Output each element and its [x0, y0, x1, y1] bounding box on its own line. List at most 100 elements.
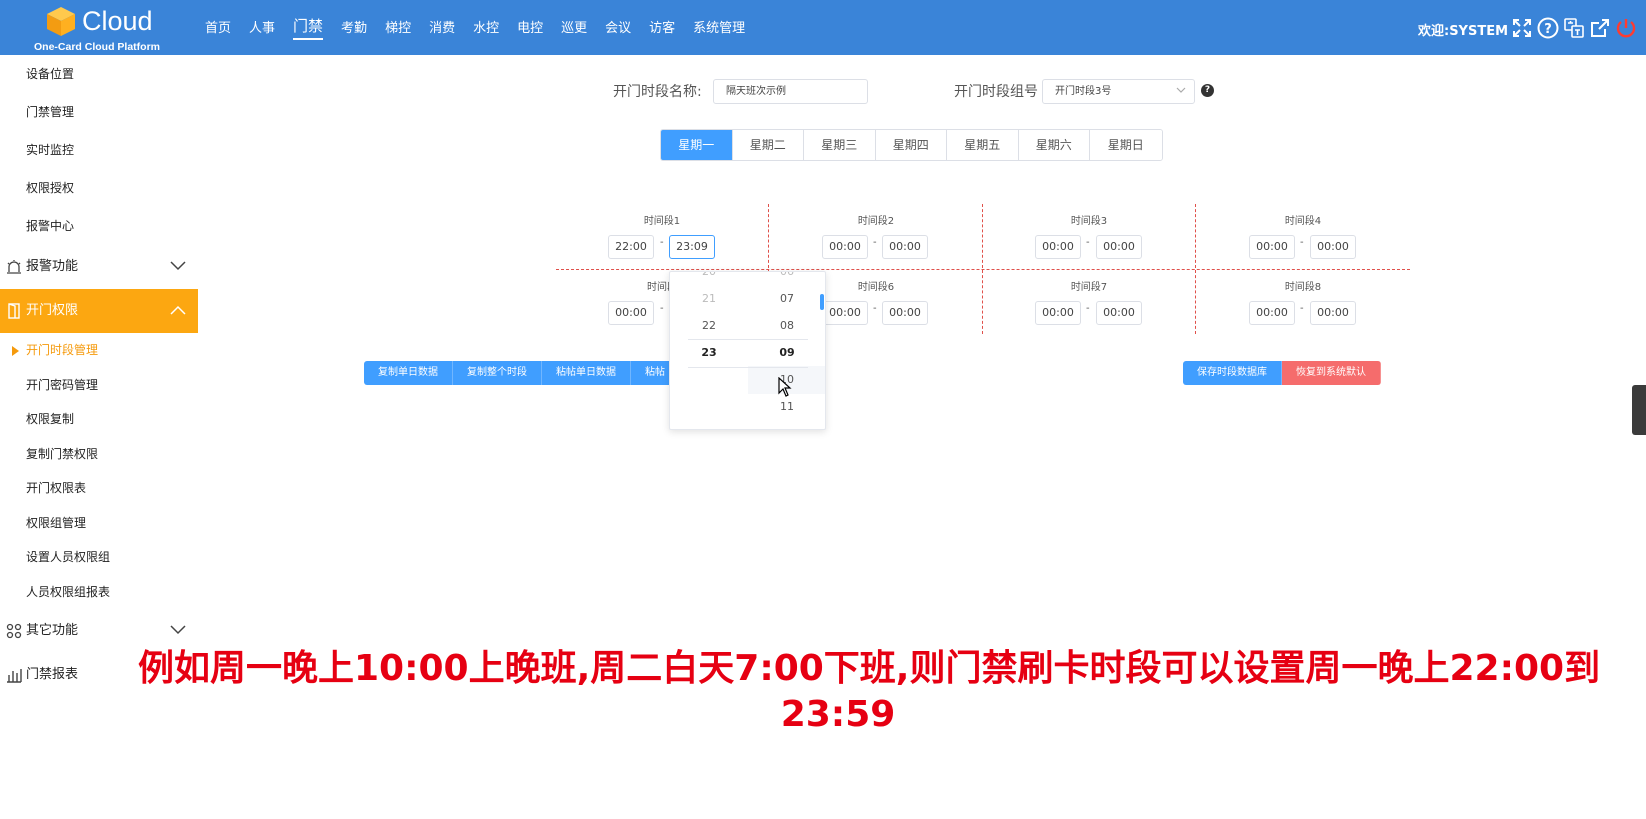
- picker-minute-option[interactable]: 08: [748, 312, 825, 340]
- tab-sunday[interactable]: 星期日: [1090, 130, 1162, 160]
- tab-tuesday[interactable]: 星期二: [732, 130, 804, 160]
- range-dash: -: [873, 237, 877, 248]
- segment-2-label: 时间段2: [857, 216, 895, 227]
- picker-hour-selected[interactable]: 23: [670, 339, 748, 367]
- door-icon: [8, 303, 20, 319]
- sidebar-item-door-management[interactable]: 门禁管理: [0, 93, 198, 131]
- range-dash: -: [873, 303, 877, 314]
- tab-monday[interactable]: 星期一: [661, 130, 733, 160]
- sidebar-item-permission-group[interactable]: 权限组管理: [0, 506, 198, 541]
- nav-electric[interactable]: 电控: [517, 17, 543, 38]
- help-icon[interactable]: ?: [1536, 16, 1560, 40]
- sidebar-group-other-label: 其它功能: [26, 623, 79, 638]
- sidebar-item-door-password[interactable]: 开门密码管理: [0, 368, 198, 403]
- nav-meeting[interactable]: 会议: [605, 17, 631, 38]
- logo-subtitle: One-Card Cloud Platform: [34, 41, 161, 53]
- nav-water[interactable]: 水控: [473, 17, 499, 38]
- time-group-select[interactable]: 开门时段3号: [1042, 79, 1195, 104]
- segment-2-start[interactable]: 00:00: [822, 235, 868, 259]
- main-nav: 首页 人事 门禁 考勤 梯控 消费 水控 电控 巡更 会议 访客 系统管理: [205, 0, 763, 55]
- picker-minute-option[interactable]: 11: [748, 393, 825, 421]
- time-name-input[interactable]: 隔天班次示例: [713, 79, 868, 104]
- sidebar-item-device-location[interactable]: 设备位置: [0, 55, 198, 93]
- sidebar-group-alarm[interactable]: 报警功能: [0, 245, 198, 289]
- caption-line-2: 23:59: [780, 694, 896, 735]
- segment-4-end[interactable]: 00:00: [1310, 235, 1356, 259]
- range-dash: -: [1300, 303, 1304, 314]
- segment-7-start[interactable]: 00:00: [1035, 301, 1081, 325]
- nav-personnel[interactable]: 人事: [249, 17, 275, 38]
- nav-system[interactable]: 系统管理: [693, 17, 745, 38]
- svg-text:?: ?: [1544, 22, 1552, 37]
- picker-selection-line: [688, 367, 808, 368]
- segment-2-end[interactable]: 00:00: [882, 235, 928, 259]
- segment-4-start[interactable]: 00:00: [1249, 235, 1295, 259]
- range-dash: -: [1300, 237, 1304, 248]
- logo-text: Cloud: [82, 6, 153, 36]
- picker-hour-option[interactable]: 20: [670, 272, 748, 286]
- copy-day-button[interactable]: 复制单日数据: [364, 361, 453, 385]
- sidebar-item-permission-copy[interactable]: 权限复制: [0, 402, 198, 437]
- segment-3-end[interactable]: 00:00: [1096, 235, 1142, 259]
- nav-consumption[interactable]: 消费: [429, 17, 455, 38]
- segment-1-start[interactable]: 22:00: [608, 235, 654, 259]
- segment-6-start[interactable]: 00:00: [822, 301, 868, 325]
- language-icon[interactable]: [1562, 16, 1586, 40]
- tab-friday[interactable]: 星期五: [947, 130, 1019, 160]
- sidebar-item-authorization[interactable]: 权限授权: [0, 169, 198, 207]
- nav-visitor[interactable]: 访客: [649, 17, 675, 38]
- sidebar-item-permission-table[interactable]: 开门权限表: [0, 471, 198, 506]
- picker-scrollbar[interactable]: [820, 294, 824, 310]
- segment-3-start[interactable]: 00:00: [1035, 235, 1081, 259]
- copy-all-button[interactable]: 复制整个时段: [453, 361, 542, 385]
- time-name-label: 开门时段名称:: [613, 84, 702, 100]
- external-link-icon[interactable]: [1588, 16, 1612, 40]
- segment-8-start[interactable]: 00:00: [1249, 301, 1295, 325]
- logo[interactable]: Cloud One-Card Cloud Platform: [34, 3, 168, 53]
- picker-minute-option[interactable]: 07: [748, 285, 825, 313]
- picker-hour-option[interactable]: 22: [670, 312, 748, 340]
- sidebar-item-door-time-management[interactable]: 开门时段管理: [0, 333, 198, 368]
- segment-1-end[interactable]: 23:09: [669, 235, 715, 259]
- chevron-down-icon: [170, 261, 186, 271]
- segment-6-end[interactable]: 00:00: [882, 301, 928, 325]
- caption-line-1: 例如周一晚上10:00上晚班,周二白天7:00下班,则门禁刷卡时段可以设置周一晚…: [138, 648, 1601, 689]
- top-header: Cloud One-Card Cloud Platform 首页 人事 门禁 考…: [0, 0, 1646, 55]
- side-panel-toggle[interactable]: [1632, 385, 1646, 435]
- segment-7-end[interactable]: 00:00: [1096, 301, 1142, 325]
- segment-5-start[interactable]: 00:00: [608, 301, 654, 325]
- tab-saturday[interactable]: 星期六: [1018, 130, 1090, 160]
- power-icon[interactable]: [1614, 16, 1638, 40]
- bar-chart-icon: [7, 669, 22, 683]
- nav-patrol[interactable]: 巡更: [561, 17, 587, 38]
- restore-default-button[interactable]: 恢复到系统默认: [1282, 361, 1381, 385]
- segment-8-end[interactable]: 00:00: [1310, 301, 1356, 325]
- picker-minute-selected[interactable]: 09: [748, 339, 825, 367]
- tab-wednesday[interactable]: 星期三: [804, 130, 876, 160]
- sidebar-group-door-label: 开门权限: [26, 303, 79, 318]
- nav-attendance[interactable]: 考勤: [341, 17, 367, 38]
- segment-4-label: 时间段4: [1284, 216, 1322, 227]
- segment-7-label: 时间段7: [1070, 282, 1108, 293]
- save-to-database-button[interactable]: 保存时段数据库: [1183, 361, 1282, 385]
- time-group-label: 开门时段组号: [954, 84, 1038, 100]
- range-dash: -: [1086, 237, 1090, 248]
- fullscreen-icon[interactable]: [1510, 16, 1534, 40]
- sidebar-item-realtime-monitor[interactable]: 实时监控: [0, 131, 198, 169]
- sidebar-item-set-person-group[interactable]: 设置人员权限组: [0, 540, 198, 575]
- picker-hour-option[interactable]: 21: [670, 285, 748, 313]
- sidebar-item-alarm-center[interactable]: 报警中心: [0, 207, 198, 245]
- segment-1-label: 时间段1: [643, 216, 681, 227]
- sidebar-item-copy-door-permission[interactable]: 复制门禁权限: [0, 437, 198, 472]
- segment-3-label: 时间段3: [1070, 216, 1108, 227]
- help-icon[interactable]: ?: [1201, 84, 1214, 97]
- tab-thursday[interactable]: 星期四: [875, 130, 947, 160]
- nav-home[interactable]: 首页: [205, 17, 231, 38]
- picker-selection-line: [688, 339, 808, 340]
- picker-minute-option[interactable]: 06: [748, 272, 825, 286]
- sidebar-item-person-group-report[interactable]: 人员权限组报表: [0, 575, 198, 610]
- paste-day-button[interactable]: 粘帖单日数据: [542, 361, 631, 385]
- nav-access-control[interactable]: 门禁: [293, 15, 324, 40]
- sidebar-group-door-permission[interactable]: 开门权限: [0, 289, 198, 333]
- nav-elevator[interactable]: 梯控: [385, 17, 411, 38]
